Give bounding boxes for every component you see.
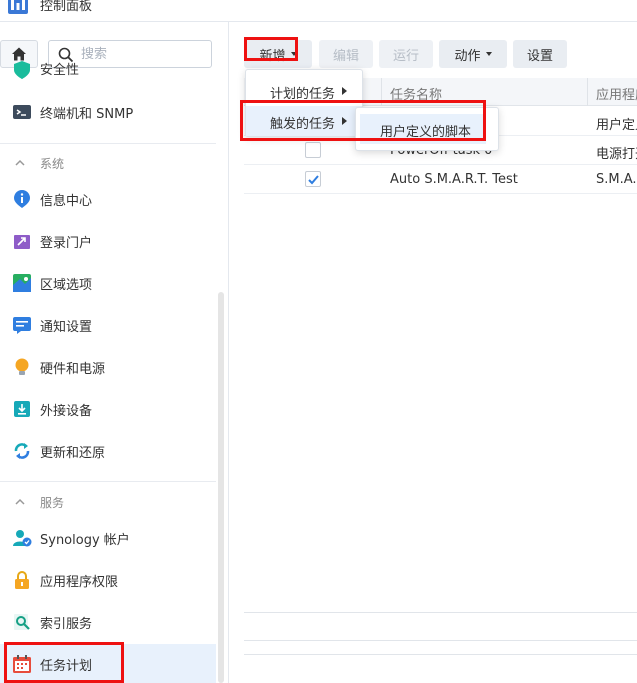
action-button-label: 动作 [454, 48, 481, 64]
menu-item-label: 用户定义的脚本 [380, 125, 472, 140]
sidebar-item-label: 应用程序权限 [40, 575, 119, 590]
section-header-services[interactable]: 服务 [0, 482, 216, 522]
edit-button[interactable]: 编辑 [319, 40, 373, 68]
row-checkbox[interactable] [305, 171, 321, 187]
sidebar-item-label: 硬件和电源 [40, 362, 106, 377]
triggered-task-submenu: 用户定义的脚本 [355, 107, 499, 151]
run-button[interactable]: 运行 [379, 40, 433, 68]
sidebar-item-label: 终端机和 SNMP [40, 107, 134, 122]
calendar-icon [13, 655, 31, 673]
lock-icon [15, 571, 29, 589]
settings-button[interactable]: 设置 [513, 40, 567, 68]
section-label: 系统 [40, 157, 65, 171]
sidebar-item-label: 索引服务 [40, 617, 93, 632]
column-header-task-name[interactable]: 任务名称 [390, 84, 442, 103]
sidebar-item-external-devices[interactable]: 外接设备 [0, 389, 216, 429]
chevron-right-icon [342, 117, 347, 125]
external-device-icon [14, 401, 30, 417]
sidebar-item-label: 信息中心 [40, 194, 93, 209]
column-header-application[interactable]: 应用程序 [596, 84, 637, 103]
section-label: 服务 [40, 496, 65, 510]
sidebar-item-label: 区域选项 [40, 278, 93, 293]
sidebar-scrollbar[interactable] [218, 292, 224, 683]
chevron-right-icon [342, 87, 347, 95]
sidebar-item-label: 任务计划 [40, 659, 93, 674]
sidebar-item-hardware-power[interactable]: 硬件和电源 [0, 347, 216, 387]
create-button-label: 新增 [259, 48, 286, 64]
menu-item-triggered-task[interactable]: 触发的任务 [246, 106, 362, 136]
grid-footer-line [244, 640, 637, 641]
sidebar-item-label: 更新和还原 [40, 446, 106, 461]
sidebar-item-notification[interactable]: 通知设置 [0, 305, 216, 345]
column-separator [587, 78, 588, 106]
edit-button-label: 编辑 [332, 48, 359, 64]
login-portal-icon [14, 235, 30, 249]
run-button-label: 运行 [392, 48, 419, 64]
sidebar-item-app-privileges[interactable]: 应用程序权限 [0, 560, 216, 600]
synology-account-icon [13, 530, 32, 547]
info-icon [14, 190, 30, 208]
section-header-system[interactable]: 系统 [0, 143, 216, 183]
chevron-up-icon [15, 498, 25, 505]
action-button[interactable]: 动作 [439, 40, 507, 68]
sidebar-item-label: 通知设置 [40, 320, 93, 335]
grid-footer-line [244, 654, 637, 655]
sidebar-item-label: Synology 帐户 [40, 533, 130, 548]
column-separator [381, 78, 382, 106]
index-service-icon [14, 614, 30, 630]
window-title: 控制面板 [40, 0, 93, 14]
sidebar-item-label: 登录门户 [40, 236, 93, 251]
sidebar-item-info-center[interactable]: 信息中心 [0, 179, 216, 219]
chevron-down-icon [290, 52, 297, 56]
chevron-up-icon [15, 159, 25, 166]
sidebar: 安全性 终端机和 SNMP 系统 信息中心 登录门户 [0, 22, 229, 683]
sidebar-item-label: 安全性 [40, 63, 80, 78]
task-name: Auto S.M.A.R.T. Test [390, 172, 518, 187]
control-panel-icon [8, 0, 28, 14]
sidebar-item-terminal[interactable]: 终端机和 SNMP [0, 92, 216, 132]
hardware-power-icon [15, 358, 29, 375]
sidebar-item-label: 外接设备 [40, 404, 93, 419]
window-titlebar: 控制面板 [0, 0, 637, 22]
sidebar-item-login-portal[interactable]: 登录门户 [0, 221, 216, 261]
chevron-down-icon [485, 52, 492, 56]
menu-item-user-defined-script[interactable]: 用户定义的脚本 [360, 114, 486, 144]
sidebar-item-region[interactable]: 区域选项 [0, 263, 216, 303]
sidebar-item-task-scheduler[interactable]: 任务计划 [0, 644, 216, 683]
shield-icon [14, 61, 30, 79]
task-application: S.M.A.R.T. [596, 172, 637, 187]
task-application: 电源打开 [596, 147, 637, 162]
grid-footer-line [244, 612, 637, 613]
sidebar-item-synology-account[interactable]: Synology 帐户 [0, 518, 216, 558]
table-row[interactable]: Auto S.M.A.R.T. Test S.M.A.R.T. [244, 165, 637, 194]
notification-icon [13, 317, 31, 334]
settings-button-label: 设置 [526, 48, 553, 64]
menu-item-label: 计划的任务 [270, 87, 336, 102]
menu-item-scheduled-task[interactable]: 计划的任务 [246, 76, 362, 106]
checkmark-icon [308, 175, 319, 185]
menu-item-label: 触发的任务 [270, 117, 336, 132]
sidebar-item-security[interactable]: 安全性 [0, 54, 216, 88]
create-dropdown-menu: 计划的任务 触发的任务 [245, 69, 363, 137]
sidebar-item-index-service[interactable]: 索引服务 [0, 602, 216, 642]
terminal-icon [13, 105, 31, 119]
row-checkbox[interactable] [305, 142, 321, 158]
create-button[interactable]: 新增 [244, 40, 312, 68]
region-icon [13, 274, 31, 292]
sidebar-item-update-restore[interactable]: 更新和还原 [0, 431, 216, 471]
update-restore-icon [14, 443, 30, 459]
task-application: 用户定义 [596, 118, 637, 133]
